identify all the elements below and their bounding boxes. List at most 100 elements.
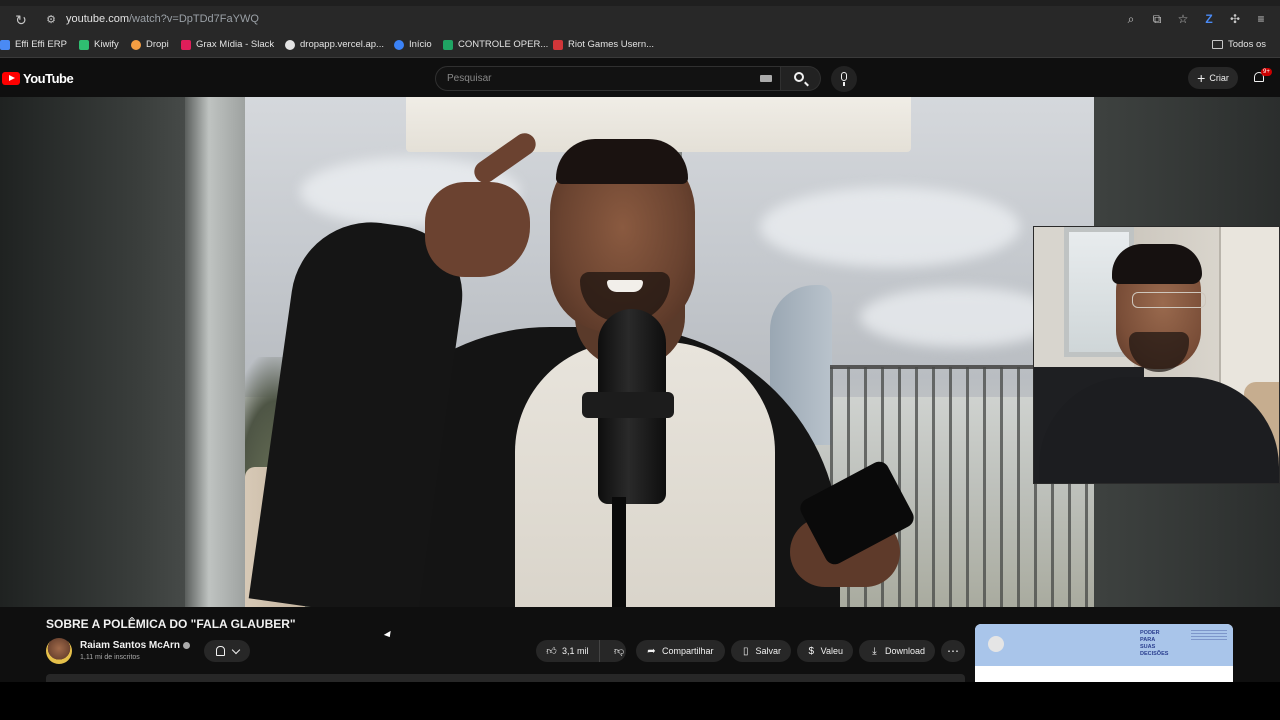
channel-avatar[interactable] [46, 638, 72, 664]
bookmark-favicon-icon [443, 39, 453, 50]
notifications-badge: 9+ [1261, 68, 1272, 76]
picture-in-picture-reactor [1033, 226, 1280, 484]
microphone-icon [841, 72, 847, 81]
video-scene-cloud [860, 287, 1060, 347]
bookmark-star-icon[interactable]: ☆ [1176, 11, 1190, 27]
bookmark-item[interactable]: Effi Effi ERP [0, 39, 67, 50]
extensions-icon[interactable]: ✣ [1228, 11, 1242, 27]
verified-icon [183, 641, 191, 649]
bookmark-label: Riot Games Usern... [568, 39, 655, 50]
all-bookmarks-folder[interactable]: Todos os [1211, 39, 1266, 50]
video-title: SOBRE A POLÊMICA DO "FALA GLAUBER" [46, 617, 296, 631]
video-scene-wall [0, 97, 200, 607]
more-icon: ⋯ [947, 644, 959, 658]
thanks-button[interactable]: $ Valeu [797, 640, 853, 662]
host-hair [556, 139, 688, 184]
microphone-stand [843, 82, 845, 86]
create-button[interactable]: + Criar [1188, 67, 1238, 89]
search-placeholder: Pesquisar [447, 73, 492, 84]
bookmark-icon: ▯ [742, 645, 749, 657]
bookmark-favicon-icon [0, 39, 10, 50]
search-icon [794, 72, 804, 82]
bookmark-favicon-icon [181, 39, 191, 50]
video-scene-cloud [760, 187, 1020, 267]
bookmark-label: Grax Mídia - Slack [196, 39, 275, 50]
keyboard-icon[interactable] [760, 75, 772, 82]
bookmark-item[interactable]: Kiwify [79, 39, 119, 50]
super-thanks-icon: $ [808, 645, 815, 657]
letterbox-bar [0, 682, 1280, 720]
host-smile [607, 280, 643, 292]
subscription-bell-button[interactable] [204, 640, 250, 662]
bookmark-label: CONTROLE OPER... [458, 39, 549, 50]
reload-icon[interactable]: ↻ [13, 12, 29, 28]
share-icon: ➦ [647, 645, 656, 657]
screen: ↻ ⚙ youtube.com/watch?v=DpTDd7FaYWQ ⌕ ⧉ … [0, 0, 1280, 720]
folder-label: Todos os [1227, 39, 1266, 50]
url-domain: youtube.com [66, 13, 129, 25]
chevron-down-icon [231, 645, 240, 654]
plus-icon: + [1197, 70, 1206, 86]
create-label: Criar [1209, 73, 1229, 83]
bookmark-label: dropapp.vercel.ap... [300, 39, 384, 50]
bookmark-favicon-icon [394, 39, 404, 50]
dislike-button[interactable]: 👎︎ [605, 640, 634, 662]
thanks-label: Valeu [820, 646, 843, 656]
bookmark-label: Dropi [146, 39, 169, 50]
youtube-logo[interactable]: YouTube [2, 71, 74, 86]
install-app-icon[interactable]: ⧉ [1150, 11, 1164, 27]
sponsored-ad[interactable]: PODER PARA SUAS DECISÕES [975, 624, 1233, 682]
youtube-header: YouTube Pesquisar + Criar 9+ [0, 59, 1280, 97]
notifications-button[interactable]: 9+ [1252, 68, 1272, 85]
share-button[interactable]: ➦ Compartilhar [636, 640, 725, 662]
video-info-area: SOBRE A POLÊMICA DO "FALA GLAUBER" Raiam… [0, 607, 1280, 682]
bookmark-item[interactable]: Dropi [131, 39, 169, 50]
channel-name-link[interactable]: Raiam Santos McArn [80, 640, 191, 651]
download-button[interactable]: ⤓ Download [859, 640, 935, 662]
pip-reactor-hair [1112, 244, 1202, 284]
youtube-play-icon [2, 72, 20, 85]
search-button[interactable] [781, 66, 821, 91]
folder-icon [1211, 40, 1223, 49]
bookmark-item[interactable]: Grax Mídia - Slack [181, 39, 274, 50]
bookmark-favicon-icon [131, 39, 141, 50]
save-label: Salvar [755, 646, 781, 656]
bookmark-label: Effi Effi ERP [15, 39, 67, 50]
bookmark-item[interactable]: CONTROLE OPER... [443, 39, 548, 50]
address-bar: ↻ ⚙ youtube.com/watch?v=DpTDd7FaYWQ ⌕ ⧉ … [0, 6, 1280, 34]
url-field[interactable]: youtube.com/watch?v=DpTDd7FaYWQ [66, 13, 259, 25]
channel-name: Raiam Santos McArn [80, 640, 181, 651]
site-settings-icon[interactable]: ⚙ [44, 13, 58, 27]
host-hand [425, 182, 530, 277]
bell-icon [215, 646, 225, 656]
thumbs-up-icon: 👍︎ [546, 645, 557, 657]
description-box[interactable] [46, 674, 965, 682]
zoom-icon[interactable]: ⌕ [1124, 11, 1138, 27]
bookmark-item[interactable]: Início [394, 39, 432, 50]
download-icon: ⤓ [872, 645, 877, 657]
extension-z-icon[interactable]: Z [1202, 11, 1216, 27]
bookmark-label: Kiwify [94, 39, 119, 50]
mouse-cursor-icon [383, 630, 394, 640]
like-button[interactable]: 👍︎ 3,1 mil [536, 640, 600, 662]
subscriber-count: 1,11 mi de inscritos [80, 654, 140, 661]
address-bar-actions: ⌕ ⧉ ☆ Z ✣ ≡ [1124, 11, 1268, 27]
youtube-logo-text: YouTube [23, 71, 74, 86]
share-label: Compartilhar [662, 646, 714, 656]
video-player[interactable] [0, 97, 1280, 607]
save-button[interactable]: ▯ Salvar [731, 640, 791, 662]
ad-footer [975, 666, 1233, 682]
bookmark-item[interactable]: dropapp.vercel.ap... [285, 39, 384, 50]
search-input[interactable]: Pesquisar [435, 66, 781, 91]
reading-list-icon[interactable]: ≡ [1254, 11, 1268, 27]
voice-search-button[interactable] [831, 66, 857, 92]
bookmark-item[interactable]: Riot Games Usern... [553, 39, 654, 50]
ad-decoration [1191, 630, 1227, 640]
more-actions-button[interactable]: ⋯ [941, 640, 965, 662]
bookmark-favicon-icon [285, 39, 295, 50]
microphone-mount [582, 392, 674, 418]
microphone-stand [612, 497, 626, 607]
url-path: /watch?v=DpTDd7FaYWQ [128, 13, 259, 25]
video-scene-window-frame [185, 97, 245, 607]
thumbs-down-icon: 👎︎ [613, 645, 625, 657]
